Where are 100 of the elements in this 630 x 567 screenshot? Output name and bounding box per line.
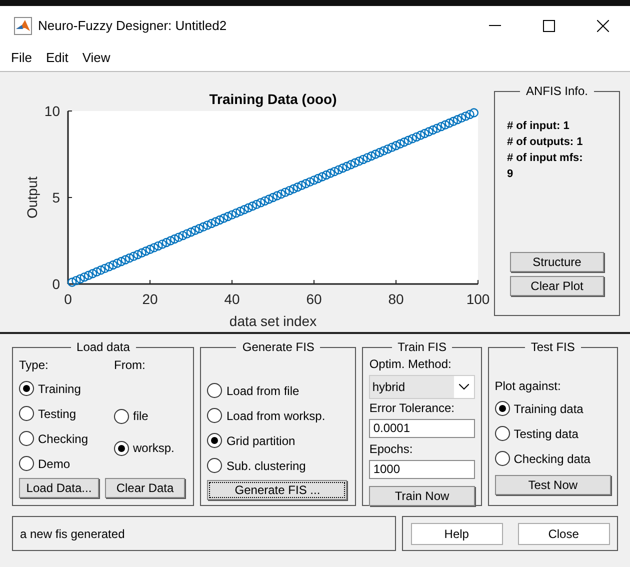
tolerance-field[interactable]: 0.0001 [369,418,475,438]
data-point [256,198,266,208]
data-point [162,238,171,248]
data-point [268,192,278,202]
data-point [206,218,216,228]
data-point [166,236,176,246]
data-point [88,269,98,278]
data-point [412,132,422,142]
minimize-icon [489,24,501,26]
data-point [276,189,286,199]
radio-option[interactable]: Sub. clustering [207,454,306,476]
menu-item[interactable]: File [6,48,37,68]
status-text: a new fis generated [20,526,125,542]
maximize-icon [543,20,555,32]
data-point [404,136,413,145]
data-point [240,205,249,214]
radio-option[interactable]: Load from file [207,380,300,402]
tick-label: 40 [224,291,240,307]
data-point [252,200,262,210]
data-point [350,158,360,168]
radio-option[interactable]: Testing data [494,422,578,444]
data-point [186,228,196,237]
panel-title: ANFIS Info. [524,83,590,100]
push-button[interactable]: Clear Data [105,478,185,498]
data-point [92,267,102,276]
data-point [145,244,155,254]
tick-label: 0 [64,291,72,307]
data-point [288,184,298,194]
info-text: # of input mfs: [507,151,584,166]
data-point [387,142,396,152]
data-point [366,151,376,161]
data-point [264,194,274,204]
menu-item[interactable]: View [77,48,116,68]
push-button[interactable]: Generate FIS ... [207,480,348,500]
data-point [465,110,474,120]
data-point [334,165,344,174]
data-point [272,191,282,200]
push-button[interactable]: Test Now [494,475,611,495]
data-point [469,108,478,118]
data-point [416,130,426,140]
data-point [202,220,212,230]
data-point [461,112,470,121]
data-point [440,120,450,130]
menu-item[interactable]: Edit [40,48,74,68]
info-text: 9 [507,167,514,182]
data-point [219,214,228,223]
type-label: Type: [19,357,50,374]
data-point [436,122,446,132]
data-point [174,232,184,242]
data-point [432,124,442,133]
panel-title: Test FIS [530,339,576,356]
data-point [370,150,380,159]
push-button[interactable]: Clear Plot [510,276,604,296]
push-button[interactable]: Close [518,522,610,544]
data-point [428,125,438,135]
data-point [379,146,388,156]
radio-option[interactable]: Grid partition [207,430,296,452]
radio-option[interactable]: Checking [19,428,88,450]
push-button[interactable]: Structure [510,252,604,272]
radio-option[interactable]: Training data [494,398,584,420]
data-point [100,264,110,274]
data-point [137,248,146,258]
data-point [76,274,85,284]
panel-title: Train FIS [396,339,448,356]
data-point [346,160,356,170]
data-point [293,182,302,192]
data-point [190,226,200,235]
data-point [408,134,417,144]
app-logo-icon [14,16,32,34]
data-point [116,256,126,266]
data-point [338,164,348,173]
data-point [396,139,405,148]
tick-label: 60 [306,291,322,307]
tick-label: 100 [466,291,490,307]
data-point [314,174,323,184]
epochs-field[interactable]: 1000 [369,460,475,478]
data-point [400,138,409,147]
data-point [424,127,434,136]
radio-option[interactable]: Checking data [494,448,590,470]
radio-option[interactable]: file [114,405,148,427]
radio-option[interactable]: Demo [19,452,70,474]
radio-option[interactable]: Load from worksp. [207,404,326,426]
close-icon [597,20,609,32]
push-button[interactable]: Load Data... [19,478,99,498]
data-point [297,180,306,190]
method-dropdown[interactable]: hybrid [369,375,475,399]
push-button[interactable]: Help [410,522,503,544]
data-point [318,172,327,182]
radio-option[interactable]: Training [19,378,81,400]
data-point [211,217,220,226]
radio-option[interactable]: worksp. [114,437,174,459]
data-point [194,224,204,234]
radio-option[interactable]: Testing [19,402,76,424]
data-point [420,128,430,138]
data-point [358,154,368,164]
data-point [158,240,167,249]
push-button[interactable]: Train Now [369,486,475,506]
tolerance-label: Error Tolerance: [369,400,456,416]
info-text: # of outputs: 1 [507,135,584,150]
data-point [150,243,159,252]
